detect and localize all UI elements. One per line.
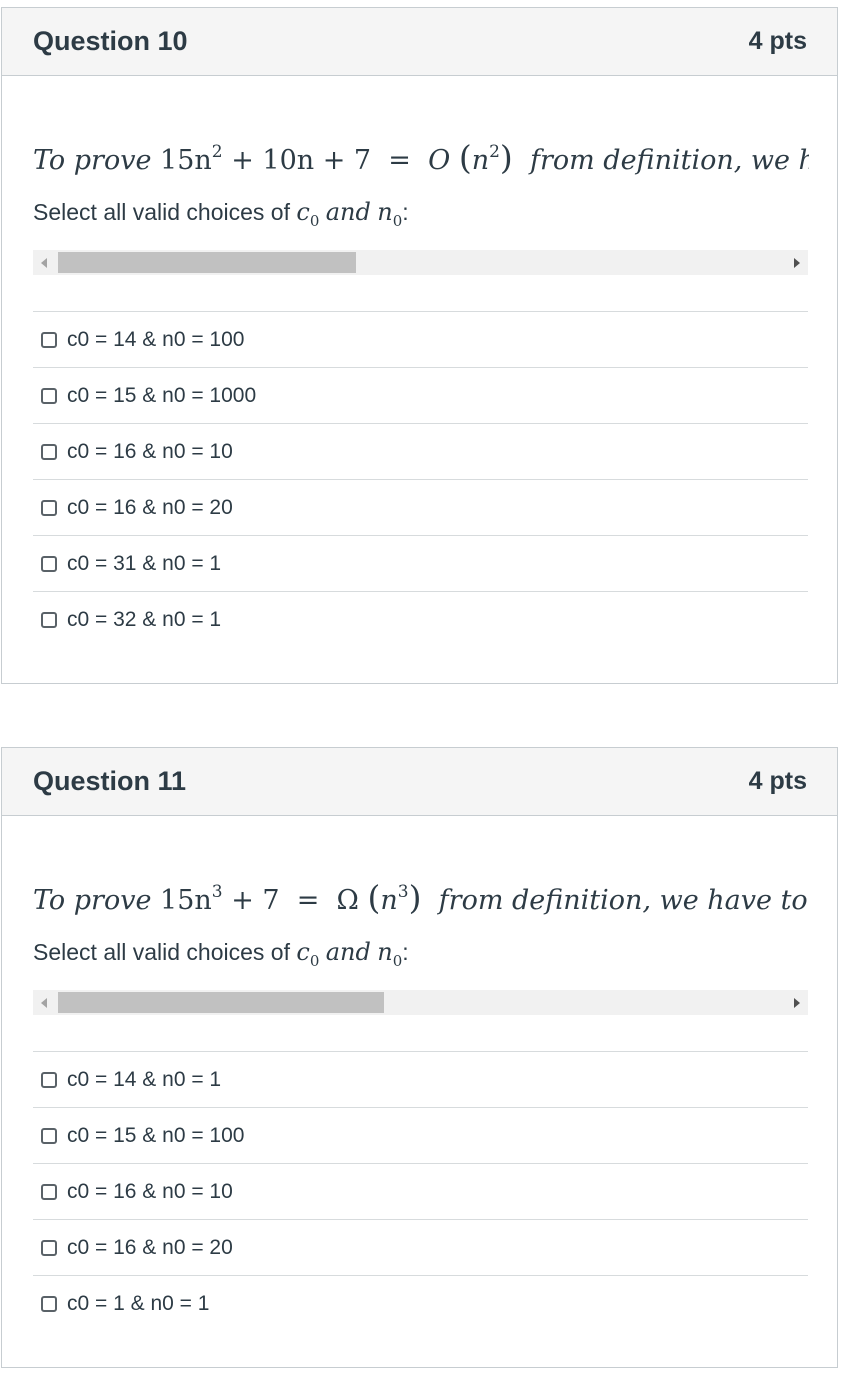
answer-label: c0 = 31 & n0 = 1 <box>67 551 222 575</box>
answer-option[interactable]: c0 = 1 & n0 = 1 <box>33 1275 808 1331</box>
answer-label: c0 = 1 & n0 = 1 <box>67 1291 210 1315</box>
answer-option[interactable]: c0 = 16 & n0 = 10 <box>33 1163 808 1219</box>
answer-checkbox[interactable] <box>41 611 57 628</box>
question-header: Question 10 4 pts <box>2 8 837 76</box>
answer-label: c0 = 16 & n0 = 10 <box>67 1179 233 1203</box>
question-title: Question 11 <box>33 766 187 796</box>
answer-option[interactable]: c0 = 16 & n0 = 20 <box>33 1219 808 1275</box>
question-header: Question 11 4 pts <box>2 748 837 816</box>
scroll-left-arrow-icon[interactable] <box>41 258 47 268</box>
answer-option[interactable]: c0 = 15 & n0 = 100 <box>33 1107 808 1163</box>
scrollbar-thumb[interactable] <box>58 252 356 273</box>
select-instructions: Select all valid choices of c0 and n0: <box>33 198 409 230</box>
answer-list: c0 = 14 & n0 = 1 c0 = 15 & n0 = 100 c0 =… <box>33 1051 808 1331</box>
answer-option[interactable]: c0 = 14 & n0 = 100 <box>33 311 808 367</box>
answer-label: c0 = 16 & n0 = 20 <box>67 495 233 519</box>
answer-label: c0 = 14 & n0 = 100 <box>67 327 245 351</box>
question-points: 4 pts <box>748 767 807 795</box>
answer-option[interactable]: c0 = 16 & n0 = 10 <box>33 423 808 479</box>
answer-checkbox[interactable] <box>41 443 57 460</box>
answer-checkbox[interactable] <box>41 1239 57 1256</box>
answer-option[interactable]: c0 = 16 & n0 = 20 <box>33 479 808 535</box>
answer-checkbox[interactable] <box>41 331 57 348</box>
scroll-right-arrow-icon[interactable] <box>794 998 800 1008</box>
select-instructions: Select all valid choices of c0 and n0: <box>33 938 409 970</box>
answer-option[interactable]: c0 = 32 & n0 = 1 <box>33 591 808 647</box>
answer-checkbox[interactable] <box>41 1295 57 1312</box>
answer-checkbox[interactable] <box>41 1127 57 1144</box>
horizontal-scrollbar[interactable] <box>33 990 808 1015</box>
answer-checkbox[interactable] <box>41 499 57 516</box>
answer-checkbox[interactable] <box>41 555 57 572</box>
answer-label: c0 = 15 & n0 = 1000 <box>67 383 257 407</box>
answer-checkbox[interactable] <box>41 1071 57 1088</box>
answer-checkbox[interactable] <box>41 1183 57 1200</box>
answer-option[interactable]: c0 = 15 & n0 = 1000 <box>33 367 808 423</box>
question-statement: To prove 15n3 + 7 = Ω (n3) from definiti… <box>33 878 809 917</box>
answer-label: c0 = 14 & n0 = 1 <box>67 1067 222 1091</box>
horizontal-scrollbar[interactable] <box>33 250 808 275</box>
answer-label: c0 = 32 & n0 = 1 <box>67 607 222 631</box>
answer-label: c0 = 16 & n0 = 20 <box>67 1235 233 1259</box>
question-card: Question 10 4 pts To prove 15n2 + 10n + … <box>1 7 838 684</box>
question-card: Question 11 4 pts To prove 15n3 + 7 = Ω … <box>1 747 838 1368</box>
question-statement: To prove 15n2 + 10n + 7 = O (n2) from de… <box>33 138 809 177</box>
answer-label: c0 = 15 & n0 = 100 <box>67 1123 245 1147</box>
question-points: 4 pts <box>748 27 807 55</box>
answer-option[interactable]: c0 = 31 & n0 = 1 <box>33 535 808 591</box>
scrollbar-thumb[interactable] <box>58 992 384 1013</box>
answer-list: c0 = 14 & n0 = 100 c0 = 15 & n0 = 1000 c… <box>33 311 808 647</box>
scroll-left-arrow-icon[interactable] <box>41 998 47 1008</box>
question-title: Question 10 <box>33 26 188 56</box>
answer-label: c0 = 16 & n0 = 10 <box>67 439 233 463</box>
answer-checkbox[interactable] <box>41 387 57 404</box>
scroll-right-arrow-icon[interactable] <box>794 258 800 268</box>
answer-option[interactable]: c0 = 14 & n0 = 1 <box>33 1051 808 1107</box>
